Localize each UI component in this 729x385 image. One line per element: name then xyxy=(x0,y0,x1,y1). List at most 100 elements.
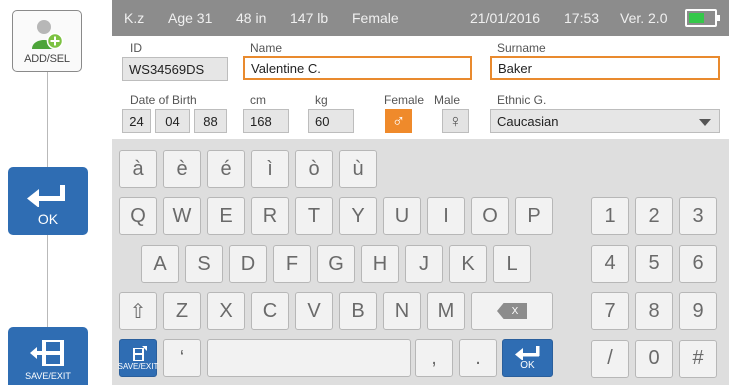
key-d-label: D xyxy=(240,252,256,275)
key-y-label: Y xyxy=(351,204,365,227)
key-accent-4[interactable]: ì xyxy=(251,150,289,188)
key-v-label: V xyxy=(307,299,321,322)
key-accent-4-label: ì xyxy=(267,157,273,180)
female-label: Female xyxy=(384,93,425,107)
key-o[interactable]: O xyxy=(471,197,509,235)
key-w[interactable]: W xyxy=(163,197,201,235)
numpad-key-6-label: 6 xyxy=(692,252,704,274)
shift-key-label: ⇧ xyxy=(129,300,147,323)
enter-key-label: OK xyxy=(520,359,535,371)
key-d[interactable]: D xyxy=(229,245,267,283)
key-j[interactable]: J xyxy=(405,245,443,283)
ethnic-group-select[interactable]: Caucasian xyxy=(490,109,720,133)
key-h[interactable]: H xyxy=(361,245,399,283)
key-accent-1[interactable]: à xyxy=(119,150,157,188)
key-h-label: H xyxy=(372,252,388,275)
space-key[interactable] xyxy=(207,339,411,377)
key-accent-5-label: ò xyxy=(308,157,320,180)
key-a[interactable]: A xyxy=(141,245,179,283)
dob-day-field[interactable]: 24 xyxy=(122,109,151,133)
numpad-key-4-label: 4 xyxy=(604,252,616,274)
key-q[interactable]: Q xyxy=(119,197,157,235)
key-accent-5[interactable]: ò xyxy=(295,150,333,188)
key-n[interactable]: N xyxy=(383,292,421,330)
surname-field[interactable]: Baker xyxy=(490,56,720,80)
male-toggle[interactable]: ♀ xyxy=(442,109,469,133)
status-gender: Female xyxy=(352,10,399,26)
key-t-label: T xyxy=(307,204,321,227)
key-c[interactable]: C xyxy=(251,292,289,330)
key-f[interactable]: F xyxy=(273,245,311,283)
numpad-key-5[interactable]: 5 xyxy=(635,244,673,283)
numpad-key-7[interactable]: 7 xyxy=(591,292,629,330)
numpad-key-4[interactable]: 4 xyxy=(591,244,629,283)
key-u[interactable]: U xyxy=(383,197,421,235)
period-key[interactable]: . xyxy=(459,339,497,377)
numpad-key-3-label: 3 xyxy=(692,204,704,227)
numpad-key-hash[interactable]: # xyxy=(679,339,717,378)
id-label: ID xyxy=(130,41,142,55)
key-g-label: G xyxy=(328,252,344,275)
key-p[interactable]: P xyxy=(515,197,553,235)
enter-key[interactable]: OK xyxy=(502,339,553,377)
comma-key[interactable]: , xyxy=(415,339,453,377)
key-z[interactable]: Z xyxy=(163,292,201,330)
status-user: K.z xyxy=(124,10,145,26)
key-accent-2[interactable]: è xyxy=(163,150,201,188)
enter-arrow-icon xyxy=(27,185,65,207)
battery-icon xyxy=(685,9,720,27)
numpad-key-0[interactable]: 0 xyxy=(635,339,673,378)
save-exit-button[interactable]: SAVE/EXIT xyxy=(8,327,88,385)
add-select-button[interactable]: ADD/SEL xyxy=(12,10,82,72)
key-r[interactable]: R xyxy=(251,197,289,235)
numpad-key-1[interactable]: 1 xyxy=(591,197,629,235)
numpad-key-9[interactable]: 9 xyxy=(679,292,717,330)
key-x[interactable]: X xyxy=(207,292,245,330)
save-exit-label: SAVE/EXIT xyxy=(25,371,71,381)
status-bar: K.z Age 31 48 in 147 lb Female 21/01/201… xyxy=(112,0,729,36)
numpad-key-3[interactable]: 3 xyxy=(679,197,717,235)
name-field[interactable]: Valentine C. xyxy=(243,56,472,80)
on-screen-keyboard: à è é ì ò ù Q W E R T Y U I O P A S D F G H J K L ⇧ Z X C V B N M X SAVE/E… xyxy=(112,139,729,385)
key-y[interactable]: Y xyxy=(339,197,377,235)
backspace-key[interactable]: X xyxy=(471,292,553,330)
key-w-label: W xyxy=(172,204,192,227)
save-exit-key[interactable]: SAVE/EXIT xyxy=(118,339,158,377)
key-k[interactable]: K xyxy=(449,245,487,283)
ok-button[interactable]: OK xyxy=(8,167,88,235)
save-icon xyxy=(30,340,64,366)
key-x-label: X xyxy=(219,299,233,322)
numpad-key-0-label: 0 xyxy=(648,347,660,369)
key-m[interactable]: M xyxy=(427,292,465,330)
numpad-key-slash[interactable]: / xyxy=(591,339,629,378)
name-label: Name xyxy=(250,41,283,55)
numpad-key-8[interactable]: 8 xyxy=(635,292,673,330)
female-toggle[interactable]: ♂ xyxy=(385,109,412,133)
dob-year-field[interactable]: 88 xyxy=(194,109,227,133)
key-s[interactable]: S xyxy=(185,245,223,283)
id-field[interactable]: WS34569DS xyxy=(122,57,228,81)
key-v[interactable]: V xyxy=(295,292,333,330)
key-l[interactable]: L xyxy=(493,245,531,283)
status-time: 17:53 xyxy=(564,10,600,26)
height-cm-field[interactable]: 168 xyxy=(243,109,289,133)
numpad-key-6[interactable]: 6 xyxy=(679,244,717,283)
key-b-label: B xyxy=(351,299,365,322)
key-g[interactable]: G xyxy=(317,245,355,283)
key-z-label: Z xyxy=(175,299,189,322)
key-t[interactable]: T xyxy=(295,197,333,235)
dob-label: Date of Birth xyxy=(130,93,197,107)
ok-label: OK xyxy=(37,211,59,227)
key-i[interactable]: I xyxy=(427,197,465,235)
numpad-key-2[interactable]: 2 xyxy=(635,197,673,235)
key-accent-3[interactable]: é xyxy=(207,150,245,188)
shift-key[interactable]: ⇧ xyxy=(119,292,157,330)
apostrophe-key[interactable]: ‘ xyxy=(163,339,201,377)
key-accent-6[interactable]: ù xyxy=(339,150,377,188)
weight-kg-field[interactable]: 60 xyxy=(308,109,354,133)
key-i-label: I xyxy=(443,204,449,227)
dob-month-field[interactable]: 04 xyxy=(155,109,190,133)
key-accent-2-label: è xyxy=(176,157,188,180)
key-e[interactable]: E xyxy=(207,197,245,235)
key-b[interactable]: B xyxy=(339,292,377,330)
